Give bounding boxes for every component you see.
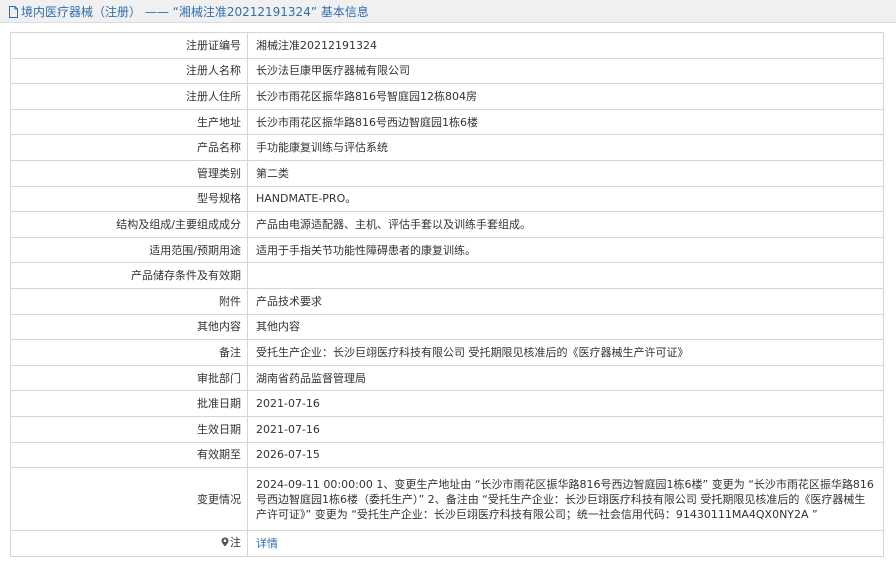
page-header: 境内医疗器械（注册） —— “湘械注准20212191324” 基本信息	[0, 0, 896, 23]
table-row: 其他内容 其他内容	[10, 313, 884, 341]
row-value: 适用于手指关节功能性障碍患者的康复训练。	[247, 236, 884, 264]
table-row: 变更情况 2024-09-11 00:00:00 1、变更生产地址由 “长沙市雨…	[10, 467, 884, 532]
row-label: 批准日期	[10, 390, 248, 417]
table-row: 产品名称 手功能康复训练与评估系统	[10, 134, 884, 161]
table-row: 审批部门 湖南省药品监督管理局	[10, 364, 884, 392]
row-label: 生产地址	[10, 108, 248, 136]
row-label: 有效期至	[10, 441, 248, 469]
row-value: 湘械注准20212191324	[247, 32, 884, 59]
row-value: 2021-07-16	[247, 390, 884, 417]
row-value: 长沙市雨花区振华路816号西边智庭园1栋6楼	[247, 108, 884, 136]
table-row: 生产地址 长沙市雨花区振华路816号西边智庭园1栋6楼	[10, 108, 884, 136]
row-value: 长沙法巨康甲医疗器械有限公司	[247, 57, 884, 85]
table-row: 型号规格 HANDMATE-PRO。	[10, 185, 884, 213]
row-label: 备注	[10, 339, 248, 366]
row-value: 手功能康复训练与评估系统	[247, 134, 884, 161]
row-label: 注册人住所	[10, 83, 248, 110]
change-history-value: 2024-09-11 00:00:00 1、变更生产地址由 “长沙市雨花区振华路…	[247, 467, 884, 532]
row-label: 产品储存条件及有效期	[10, 262, 248, 289]
row-value: 第二类	[247, 159, 884, 187]
row-label: 其他内容	[10, 313, 248, 341]
row-value: 详情	[247, 530, 884, 557]
table-row: 备注 受托生产企业：长沙巨翊医疗科技有限公司 受托期限见核准后的《医疗器械生产许…	[10, 339, 884, 366]
table-row: 结构及组成/主要组成成分 产品由电源适配器、主机、评估手套以及训练手套组成。	[10, 211, 884, 238]
row-label: 型号规格	[10, 185, 248, 213]
table-row: 附件 产品技术要求	[10, 287, 884, 315]
row-value: 其他内容	[247, 313, 884, 341]
row-label: 注册人名称	[10, 57, 248, 85]
info-table: 注册证编号 湘械注准20212191324 注册人名称 长沙法巨康甲医疗器械有限…	[10, 32, 884, 557]
row-value	[247, 262, 884, 289]
table-row: 管理类别 第二类	[10, 159, 884, 187]
table-row: 有效期至 2026-07-15	[10, 441, 884, 469]
row-value: 受托生产企业：长沙巨翊医疗科技有限公司 受托期限见核准后的《医疗器械生产许可证》	[247, 339, 884, 366]
row-value: 产品技术要求	[247, 287, 884, 315]
row-label: 审批部门	[10, 364, 248, 392]
row-label: 适用范围/预期用途	[10, 236, 248, 264]
table-row: 适用范围/预期用途 适用于手指关节功能性障碍患者的康复训练。	[10, 236, 884, 264]
note-label-text: 注	[230, 536, 241, 550]
page-title: 境内医疗器械（注册） —— “湘械注准20212191324” 基本信息	[8, 3, 369, 21]
table-row: 注册人名称 长沙法巨康甲医疗器械有限公司	[10, 57, 884, 85]
pin-icon	[221, 536, 229, 551]
row-value: 湖南省药品监督管理局	[247, 364, 884, 392]
table-row: 注册人住所 长沙市雨花区振华路816号智庭园12栋804房	[10, 83, 884, 110]
row-label: 附件	[10, 287, 248, 315]
page-title-text: 境内医疗器械（注册） —— “湘械注准20212191324” 基本信息	[21, 5, 369, 19]
row-value: 2021-07-16	[247, 415, 884, 443]
row-value: 2026-07-15	[247, 441, 884, 469]
row-label: 注册证编号	[10, 32, 248, 59]
row-value: 产品由电源适配器、主机、评估手套以及训练手套组成。	[247, 211, 884, 238]
row-label: 生效日期	[10, 415, 248, 443]
table-row: 批准日期 2021-07-16	[10, 390, 884, 417]
document-icon	[8, 6, 19, 21]
row-label: 结构及组成/主要组成成分	[10, 211, 248, 238]
detail-link[interactable]: 详情	[256, 537, 278, 550]
table-row: 产品储存条件及有效期	[10, 262, 884, 289]
note-label: 注	[10, 530, 248, 557]
row-value: 长沙市雨花区振华路816号智庭园12栋804房	[247, 83, 884, 110]
row-label: 产品名称	[10, 134, 248, 161]
row-value: HANDMATE-PRO。	[247, 185, 884, 213]
table-row: 注 详情	[10, 530, 884, 557]
row-label: 管理类别	[10, 159, 248, 187]
table-row: 生效日期 2021-07-16	[10, 415, 884, 443]
row-label: 变更情况	[10, 467, 248, 532]
table-row: 注册证编号 湘械注准20212191324	[10, 32, 884, 59]
